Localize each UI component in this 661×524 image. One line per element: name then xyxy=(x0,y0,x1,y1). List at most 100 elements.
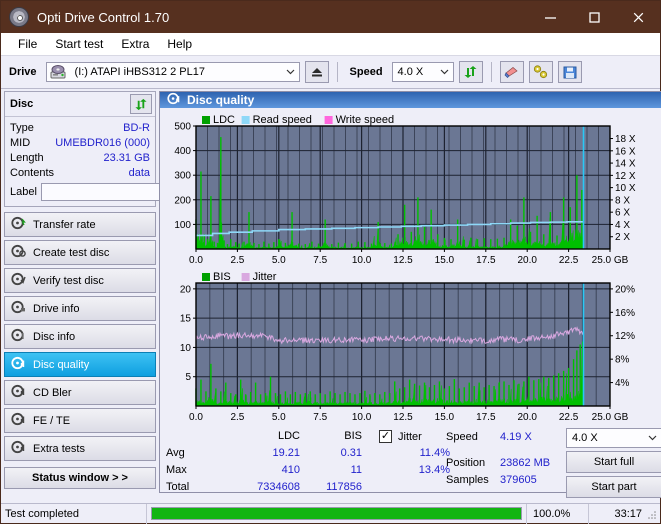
chevron-down-icon[interactable] xyxy=(282,69,299,75)
tools-button[interactable] xyxy=(528,61,553,83)
disc-mid-value: UMEBDR016 (000) xyxy=(55,136,150,149)
jitter-checkbox[interactable]: ✓ xyxy=(379,430,392,443)
menu-item-file[interactable]: File xyxy=(9,35,46,53)
stats-grid: LDC BIS ✓ Jitter Avg 19.21 0.31 11.4% Ma… xyxy=(166,428,450,496)
save-button[interactable] xyxy=(557,61,582,83)
disc-refresh-button[interactable] xyxy=(130,94,152,114)
svg-text:4 X: 4 X xyxy=(615,220,630,231)
svg-text:LDC: LDC xyxy=(213,114,235,126)
readout-position: Position 23862 MB xyxy=(446,454,566,471)
sidebar-item-disc-info[interactable]: Disc info xyxy=(4,324,156,349)
menu-item-start-test[interactable]: Start test xyxy=(46,35,112,53)
stats-area: LDC BIS ✓ Jitter Avg 19.21 0.31 11.4% Ma… xyxy=(160,424,661,498)
svg-text:12 X: 12 X xyxy=(615,171,636,182)
svg-text:6 X: 6 X xyxy=(615,208,630,219)
resize-grip-icon[interactable] xyxy=(648,504,660,524)
position-readout-value: 23862 MB xyxy=(500,456,551,469)
fe-te-icon xyxy=(11,412,26,429)
sidebar-item-label: Extra tests xyxy=(33,442,85,455)
speed-readout-value: 4.19 X xyxy=(500,430,532,443)
status-window-button[interactable]: Status window > > xyxy=(4,467,156,489)
close-icon[interactable] xyxy=(616,1,660,33)
disc-quality-icon xyxy=(167,92,181,108)
drive-info-icon xyxy=(11,300,26,317)
svg-text:25.0 GB: 25.0 GB xyxy=(592,255,629,266)
stats-row-avg-label: Avg xyxy=(166,447,185,459)
sidebar-item-label: FE / TE xyxy=(33,414,71,427)
status-text: Test completed xyxy=(1,503,147,524)
sidebar-item-label: Drive info xyxy=(33,302,80,315)
sidebar-item-label: Disc info xyxy=(33,330,76,343)
disc-verify-icon xyxy=(11,272,26,289)
disc-length-value: 23.31 GB xyxy=(103,151,150,164)
menu-bar: File Start test Extra Help xyxy=(1,33,660,56)
progress-track xyxy=(151,507,522,520)
svg-text:Read speed: Read speed xyxy=(253,114,312,126)
svg-text:12.5: 12.5 xyxy=(393,255,413,266)
stats-max-jitter-spacer xyxy=(368,462,392,479)
speed-readout-label: Speed xyxy=(446,430,478,443)
svg-text:2.5: 2.5 xyxy=(230,255,244,266)
chart-ldc-readspeed[interactable]: 100 200 300 400 500 2 X4 X6 X 8 X 10 X 12 X 14 X 1… xyxy=(160,110,661,267)
readout-gap xyxy=(446,445,566,454)
sidebar-item-extra-tests[interactable]: Extra tests xyxy=(4,436,156,461)
readout-speed: Speed 4.19 X xyxy=(446,428,566,445)
cd-bler-icon xyxy=(11,384,26,401)
svg-text:10: 10 xyxy=(180,343,192,354)
sidebar-item-transfer-rate[interactable]: Transfer rate xyxy=(4,212,156,237)
svg-text:0.0: 0.0 xyxy=(189,255,203,266)
chevron-down-icon[interactable] xyxy=(644,435,661,441)
sidebar-item-verify-test-disc[interactable]: Verify test disc xyxy=(4,268,156,293)
svg-text:7.5: 7.5 xyxy=(313,255,327,266)
eject-button[interactable] xyxy=(304,61,329,83)
disc-mid-label: MID xyxy=(10,136,31,149)
samples-readout-value: 379605 xyxy=(500,473,537,486)
disc-label-label: Label xyxy=(10,185,37,198)
svg-text:7.5: 7.5 xyxy=(313,412,327,423)
stats-corner xyxy=(166,428,222,445)
sidebar-item-fe-te[interactable]: FE / TE xyxy=(4,408,156,433)
disc-type-value: BD-R xyxy=(123,121,150,134)
svg-text:12.5: 12.5 xyxy=(393,412,413,423)
stats-row-max-label: Max xyxy=(166,464,187,476)
svg-text:5.0: 5.0 xyxy=(272,412,286,423)
sidebar-item-create-test-disc[interactable]: Create test disc xyxy=(4,240,156,265)
drive-icon xyxy=(50,65,66,79)
maximize-icon[interactable] xyxy=(572,1,616,33)
window-title: Opti Drive Control 1.70 xyxy=(37,9,170,25)
sidebar: Disc Type BD-R MID UMEBDR016 (000) Lengt… xyxy=(1,89,245,493)
sidebar-item-label: Disc quality xyxy=(33,358,90,371)
sidebar-item-drive-info[interactable]: Drive info xyxy=(4,296,156,321)
drive-select[interactable]: (I:) ATAPI iHBS312 2 PL17 xyxy=(45,62,300,82)
refresh-button[interactable] xyxy=(458,61,483,83)
svg-text:15.0: 15.0 xyxy=(435,255,455,266)
stats-row-total-label: Total xyxy=(166,481,190,493)
stats-total-jitter-spacer xyxy=(368,479,392,496)
sidebar-item-cd-bler[interactable]: CD Bler xyxy=(4,380,156,405)
menu-item-help[interactable]: Help xyxy=(158,35,201,53)
test-speed-select[interactable]: 4.0 X xyxy=(566,428,661,448)
chart-bis-jitter[interactable]: 5 10 15 20 4% 8% 12% 16% 20% 0.0 2.5 5.0 7.5 10.0 12.5… xyxy=(160,267,661,424)
sidebar-item-disc-quality[interactable]: Disc quality xyxy=(4,352,156,377)
start-part-button[interactable]: Start part xyxy=(566,476,661,498)
speed-select[interactable]: 4.0 X xyxy=(391,62,454,82)
app-icon xyxy=(9,7,29,27)
svg-text:16%: 16% xyxy=(615,308,635,319)
nav-list: Transfer rate Create test disc Verify te… xyxy=(4,212,156,461)
svg-text:8%: 8% xyxy=(615,355,630,366)
start-full-button[interactable]: Start full xyxy=(566,451,661,473)
disc-row-type: Type BD-R xyxy=(10,120,150,135)
samples-readout-label: Samples xyxy=(446,473,489,486)
svg-text:22.5: 22.5 xyxy=(559,255,579,266)
minimize-icon[interactable] xyxy=(528,1,572,33)
erase-button[interactable] xyxy=(499,61,524,83)
svg-text:400: 400 xyxy=(174,146,191,157)
svg-text:5.0: 5.0 xyxy=(272,255,286,266)
progress-fill xyxy=(152,508,521,519)
disc-row-length: Length 23.31 GB xyxy=(10,150,150,165)
svg-text:25.0 GB: 25.0 GB xyxy=(592,412,629,423)
progress-percent: 100.0% xyxy=(526,503,588,524)
app-window: Opti Drive Control 1.70 File Start test … xyxy=(0,0,661,524)
chevron-down-icon[interactable] xyxy=(436,69,453,75)
menu-item-extra[interactable]: Extra xyxy=(112,35,158,53)
